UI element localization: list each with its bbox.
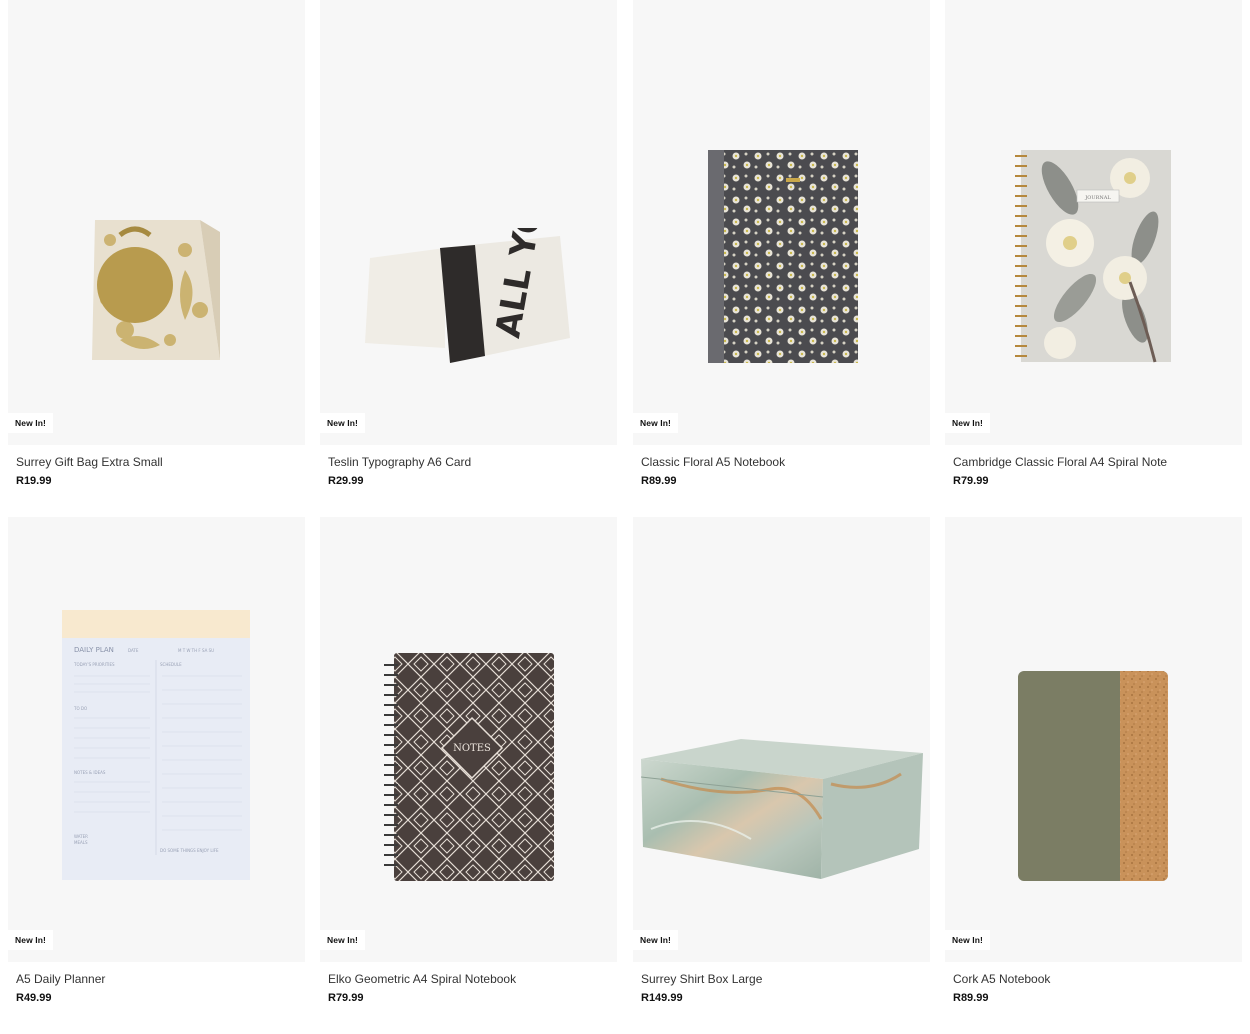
new-in-badge: New In! xyxy=(320,413,365,433)
product-name[interactable]: Cork A5 Notebook xyxy=(953,972,1050,986)
planner-schedule: SCHEDULE xyxy=(160,662,182,667)
product-name[interactable]: A5 Daily Planner xyxy=(16,972,105,986)
product-card[interactable]: DAILY PLAN DATE M T W TH F SA SU TODAY'S… xyxy=(8,517,305,1004)
product-name[interactable]: Teslin Typography A6 Card xyxy=(328,455,471,469)
new-in-badge: New In! xyxy=(633,930,678,950)
notes-label: NOTES xyxy=(453,743,491,754)
cork-notebook-image xyxy=(1018,669,1170,883)
product-card[interactable]: ALL YOURS New In! Teslin Typography A6 C… xyxy=(320,0,617,487)
new-in-badge: New In! xyxy=(320,930,365,950)
product-image[interactable]: NOTES New In! xyxy=(320,517,617,962)
journal-label: JOURNAL xyxy=(1084,195,1111,201)
product-image[interactable]: DAILY PLAN DATE M T W TH F SA SU TODAY'S… xyxy=(8,517,305,962)
floral-notebook-image xyxy=(708,150,858,365)
planner-priorities: TODAY'S PRIORITIES xyxy=(73,662,115,667)
product-name[interactable]: Cambridge Classic Floral A4 Spiral Note xyxy=(953,455,1167,469)
product-image[interactable]: JOURNAL New In! xyxy=(945,0,1242,445)
product-name[interactable]: Surrey Shirt Box Large xyxy=(641,972,762,986)
product-card[interactable]: New In! Surrey Shirt Box Large R149.99 xyxy=(633,517,930,1004)
product-card[interactable]: NOTES New In! Elko Geometric A4 Spiral N… xyxy=(320,517,617,1004)
product-image[interactable]: New In! xyxy=(945,517,1242,962)
gift-bag-image xyxy=(90,210,225,370)
planner-footer: DO SOME THINGS ENJOY LIFE xyxy=(160,848,219,853)
new-in-badge: New In! xyxy=(945,930,990,950)
product-price: R19.99 xyxy=(16,475,52,487)
planner-water: WATER xyxy=(74,834,88,839)
product-image[interactable]: New In! xyxy=(633,0,930,445)
product-price: R149.99 xyxy=(641,992,683,1004)
product-image[interactable]: New In! xyxy=(8,0,305,445)
magnolia-journal-image: JOURNAL xyxy=(1015,148,1175,364)
new-in-badge: New In! xyxy=(945,413,990,433)
product-name[interactable]: Surrey Gift Bag Extra Small xyxy=(16,455,163,469)
product-price: R79.99 xyxy=(328,992,364,1004)
planner-title: DAILY PLAN xyxy=(74,646,114,654)
daily-planner-image: DAILY PLAN DATE M T W TH F SA SU TODAY'S… xyxy=(62,610,252,880)
planner-todo: TO DO xyxy=(73,706,87,711)
product-card[interactable]: JOURNAL New In! Cambridge Classic Floral… xyxy=(945,0,1242,487)
product-card[interactable]: New In! Cork A5 Notebook R89.99 xyxy=(945,517,1242,1004)
product-price: R79.99 xyxy=(953,475,989,487)
marble-box-image xyxy=(641,739,923,884)
typography-card-image: ALL YOURS xyxy=(365,228,575,368)
new-in-badge: New In! xyxy=(8,930,53,950)
new-in-badge: New In! xyxy=(633,413,678,433)
product-price: R29.99 xyxy=(328,475,364,487)
product-image[interactable]: ALL YOURS New In! xyxy=(320,0,617,445)
product-name[interactable]: Classic Floral A5 Notebook xyxy=(641,455,785,469)
product-image[interactable]: New In! xyxy=(633,517,930,962)
planner-date: DATE xyxy=(128,648,139,653)
product-price: R89.99 xyxy=(641,475,677,487)
planner-days: M T W TH F SA SU xyxy=(178,648,214,653)
new-in-badge: New In! xyxy=(8,413,53,433)
product-card[interactable]: New In! Classic Floral A5 Notebook R89.9… xyxy=(633,0,930,487)
product-card[interactable]: New In! Surrey Gift Bag Extra Small R19.… xyxy=(8,0,305,487)
planner-notes: NOTES & IDEAS xyxy=(74,770,106,775)
geometric-notebook-image: NOTES xyxy=(382,651,557,881)
product-name[interactable]: Elko Geometric A4 Spiral Notebook xyxy=(328,972,516,986)
product-price: R89.99 xyxy=(953,992,989,1004)
planner-meals: MEALS xyxy=(74,840,88,845)
product-price: R49.99 xyxy=(16,992,52,1004)
